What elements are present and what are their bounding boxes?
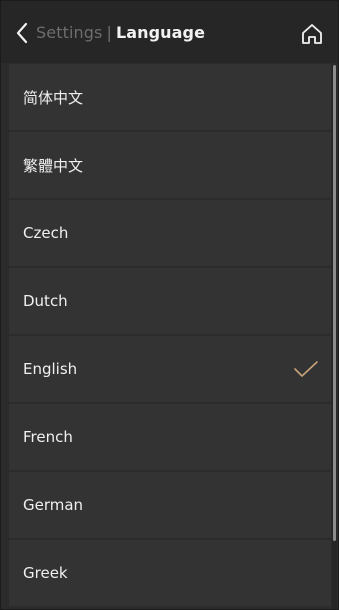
breadcrumb-settings-link[interactable]: Settings	[36, 23, 102, 42]
header-bar: Settings | Language	[1, 1, 338, 63]
language-item-dutch[interactable]: Dutch	[9, 268, 331, 334]
home-icon[interactable]	[300, 23, 324, 45]
language-label: 简体中文	[23, 88, 84, 107]
language-label: Czech	[23, 224, 69, 242]
language-item-traditional-chinese[interactable]: 繁體中文	[9, 132, 331, 198]
scrollbar-thumb[interactable]	[333, 65, 336, 541]
language-item-simplified-chinese[interactable]: 简体中文	[9, 64, 331, 130]
language-item-german[interactable]: German	[9, 472, 331, 538]
language-item-french[interactable]: French	[9, 404, 331, 470]
language-item-english[interactable]: English	[9, 336, 331, 402]
language-label: English	[23, 360, 78, 378]
checkmark-icon	[294, 361, 318, 377]
language-label: German	[23, 496, 84, 514]
language-list: 简体中文 繁體中文 Czech Dutch English French Ger…	[9, 64, 331, 609]
breadcrumb: Settings | Language	[36, 1, 205, 63]
language-label: Dutch	[23, 292, 68, 310]
breadcrumb-separator: |	[106, 22, 112, 42]
language-item-greek[interactable]: Greek	[9, 540, 331, 606]
scrollbar[interactable]	[332, 65, 337, 609]
language-label: French	[23, 428, 73, 446]
language-settings-screen: Settings | Language 简体中文 繁體中文 Czech Dutc…	[0, 0, 339, 610]
language-item-czech[interactable]: Czech	[9, 200, 331, 266]
language-label: 繁體中文	[23, 156, 84, 175]
language-label: Greek	[23, 564, 68, 582]
page-title: Language	[115, 22, 206, 42]
chevron-left-icon[interactable]	[15, 22, 31, 44]
